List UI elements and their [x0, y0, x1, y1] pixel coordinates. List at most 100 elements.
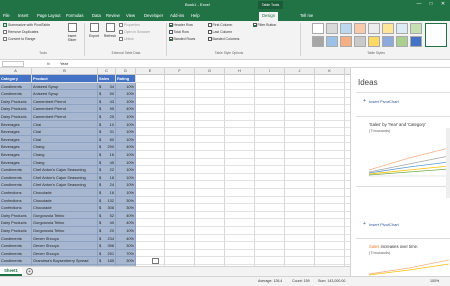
table-cell[interactable] — [255, 166, 285, 174]
table-cell[interactable] — [225, 75, 255, 83]
table-cell[interactable] — [136, 181, 165, 189]
table-cell[interactable] — [195, 82, 225, 91]
insert-pivotchart-link[interactable]: Insert PivotChart — [369, 99, 399, 104]
table-cell[interactable]: 10% — [116, 166, 136, 174]
table-cell[interactable]: Dairy Products — [0, 227, 32, 235]
table-cell[interactable] — [136, 135, 165, 144]
table-cell[interactable] — [165, 75, 195, 83]
table-cell[interactable] — [285, 128, 315, 136]
table-cell[interactable]: Condiments — [0, 242, 32, 250]
table-cell[interactable] — [225, 173, 255, 182]
table-cell[interactable] — [285, 257, 315, 265]
tell-me-box[interactable]: Tell me — [300, 12, 313, 20]
table-cell[interactable] — [225, 234, 255, 243]
table-cell[interactable] — [225, 189, 255, 197]
table-cell[interactable] — [225, 113, 255, 121]
table-cell[interactable]: Dairy Products — [0, 211, 32, 220]
table-cell[interactable]: 24 — [104, 181, 116, 189]
table-cell[interactable] — [195, 151, 225, 159]
table-cell[interactable]: 10% — [116, 113, 136, 121]
table-cell[interactable]: 22 — [104, 166, 116, 174]
table-cell[interactable] — [136, 173, 165, 182]
table-style-swatch[interactable] — [368, 23, 380, 34]
table-cell[interactable]: 31 — [104, 128, 116, 136]
table-cell[interactable]: 290 — [104, 143, 116, 151]
table-cell[interactable] — [165, 249, 195, 258]
table-style-swatch[interactable] — [354, 36, 366, 47]
table-cell[interactable] — [285, 135, 315, 144]
table-cell[interactable] — [225, 211, 255, 220]
table-cell[interactable]: 10% — [116, 181, 136, 189]
table-cell[interactable] — [315, 90, 345, 98]
table-cell[interactable] — [285, 143, 315, 151]
table-cell[interactable] — [195, 90, 225, 98]
tab-data[interactable]: Data — [92, 12, 101, 20]
table-cell[interactable] — [195, 242, 225, 250]
table-cell[interactable] — [255, 242, 285, 250]
table-cell[interactable] — [285, 120, 315, 129]
table-cell[interactable] — [285, 181, 315, 189]
column-header[interactable]: H — [225, 68, 255, 75]
table-cell[interactable] — [136, 249, 165, 258]
table-cell[interactable] — [195, 143, 225, 151]
table-cell[interactable]: 30% — [116, 196, 136, 205]
table-cell[interactable] — [255, 219, 285, 227]
table-cell[interactable] — [255, 234, 285, 243]
table-cell[interactable]: Condiments — [0, 234, 32, 243]
table-cell[interactable]: Condiments — [0, 181, 32, 189]
table-cell[interactable] — [165, 173, 195, 182]
table-cell[interactable] — [195, 105, 225, 113]
table-cell[interactable]: Dairy Products — [0, 113, 32, 121]
idea-line-chart[interactable] — [369, 136, 449, 180]
table-cell[interactable] — [255, 204, 285, 212]
table-cell[interactable]: 40% — [116, 234, 136, 243]
table-cell[interactable]: Condiments — [0, 82, 32, 91]
table-cell[interactable]: Beverages — [0, 158, 32, 167]
worksheet-grid[interactable]: ABCDEFGHIJKL CategoryProductSalesRatingC… — [0, 68, 350, 266]
table-cell[interactable]: 30% — [116, 204, 136, 212]
table-style-swatch[interactable] — [312, 36, 324, 47]
maximize-icon[interactable]: □ — [426, 1, 436, 9]
table-style-swatch[interactable] — [410, 36, 422, 47]
table-cell[interactable]: 10 — [104, 120, 116, 129]
table-cell[interactable] — [285, 204, 315, 212]
table-style-swatch[interactable] — [368, 36, 380, 47]
table-cell[interactable]: 30% — [116, 242, 136, 250]
table-cell[interactable] — [136, 82, 165, 91]
table-cell[interactable] — [315, 166, 345, 174]
table-cell[interactable]: Grandma's Boysenberry Spread — [32, 257, 98, 265]
table-cell[interactable]: Chef Anton's Cajun Seasoning — [32, 173, 98, 182]
table-cell[interactable]: 10% — [116, 151, 136, 159]
table-cell[interactable] — [255, 97, 285, 106]
table-cell[interactable] — [285, 227, 315, 235]
tab-developer[interactable]: Developer — [144, 12, 163, 20]
table-cell[interactable] — [165, 143, 195, 151]
table-cell[interactable]: Gorgonzola Telino — [32, 227, 98, 235]
table-cell[interactable] — [165, 151, 195, 159]
table-cell[interactable] — [136, 143, 165, 151]
table-cell[interactable]: 10% — [116, 135, 136, 144]
table-cell[interactable] — [285, 82, 315, 91]
table-cell[interactable] — [315, 249, 345, 258]
table-cell[interactable] — [225, 257, 255, 265]
table-cell[interactable] — [315, 234, 345, 243]
table-cell[interactable] — [165, 257, 195, 265]
table-cell[interactable] — [315, 120, 345, 129]
table-cell[interactable] — [285, 166, 315, 174]
table-cell[interactable]: 251 — [104, 249, 116, 258]
table-style-swatch[interactable] — [312, 23, 324, 34]
table-cell[interactable]: 10% — [116, 189, 136, 197]
table-cell[interactable]: Aniseed Syrup — [32, 90, 98, 98]
table-cell[interactable]: Confections — [0, 204, 32, 212]
table-cell[interactable]: Chang — [32, 158, 98, 167]
table-cell[interactable] — [136, 257, 165, 265]
table-cell[interactable]: 10% — [116, 90, 136, 98]
table-cell[interactable]: Condiments — [0, 166, 32, 174]
table-cell[interactable] — [285, 105, 315, 113]
table-cell[interactable]: Camembert Pierrot — [32, 97, 98, 106]
table-style-swatch[interactable] — [340, 23, 352, 34]
open-in-browser-button[interactable]: Open in Browser — [119, 30, 150, 35]
table-cell[interactable] — [136, 204, 165, 212]
table-cell[interactable]: 10% — [116, 82, 136, 91]
table-cell[interactable] — [285, 196, 315, 205]
